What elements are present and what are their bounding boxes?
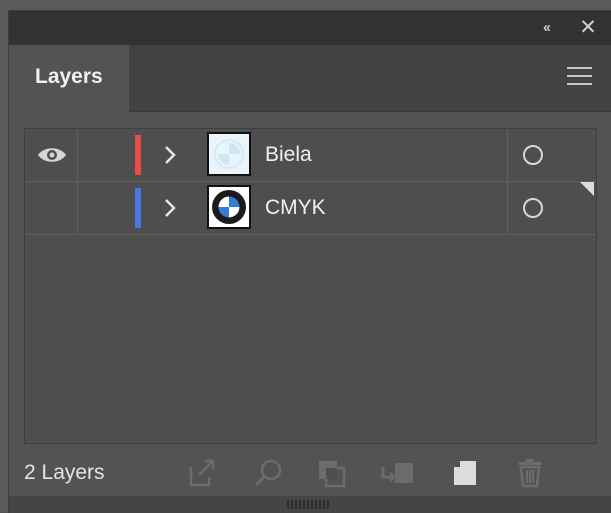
layer-row-biela[interactable]: Biela <box>25 129 596 182</box>
clipping-mask-icon <box>319 461 346 488</box>
column-divider <box>77 182 78 234</box>
panel-menu-button[interactable] <box>567 67 593 87</box>
app-frame: ‹‹ ✕ Layers Biela CMYK 2 Layers <box>0 0 611 513</box>
export-icon <box>189 459 215 487</box>
layer-row-cmyk[interactable]: CMYK <box>25 182 596 235</box>
visibility-toggle[interactable] <box>35 196 69 220</box>
layers-panel: ‹‹ ✕ Layers Biela CMYK 2 Layers <box>8 10 611 513</box>
new-layer-button[interactable] <box>450 457 482 489</box>
trash-icon <box>519 459 541 488</box>
expand-layer-button[interactable] <box>160 141 180 169</box>
panel-tabbar: Layers <box>9 45 611 112</box>
panel-resize-strip[interactable] <box>9 496 611 513</box>
expand-layer-button[interactable] <box>160 194 180 222</box>
collapse-panel-button[interactable]: ‹‹ <box>534 18 558 38</box>
layer-color-indicator <box>135 135 141 175</box>
eye-icon <box>38 148 66 162</box>
double-chevron-left-icon: ‹‹ <box>543 19 551 36</box>
panel-titlebar[interactable]: ‹‹ ✕ <box>9 11 611 45</box>
close-panel-button[interactable]: ✕ <box>576 16 600 39</box>
target-circle-icon[interactable] <box>523 198 543 218</box>
layer-color-indicator <box>135 188 141 228</box>
delete-layer-button[interactable] <box>514 457 546 489</box>
tab-layers[interactable]: Layers <box>9 45 129 112</box>
column-divider <box>507 129 508 181</box>
export-button[interactable] <box>185 457 217 489</box>
bmw-logo-white-icon <box>209 134 249 174</box>
layer-thumbnail[interactable] <box>207 185 251 229</box>
layer-list[interactable]: Biela CMYK <box>24 128 597 444</box>
resize-grip-icon[interactable] <box>287 500 331 509</box>
sublayer-icon <box>381 463 413 483</box>
lock-toggle[interactable] <box>81 129 131 181</box>
target-circle-icon[interactable] <box>523 145 543 165</box>
search-icon <box>254 459 282 487</box>
chevron-right-icon <box>165 146 176 164</box>
visibility-toggle[interactable] <box>35 143 69 167</box>
create-sublayer-button[interactable] <box>381 457 413 489</box>
layer-count: 2 Layers <box>24 461 105 484</box>
close-icon: ✕ <box>579 16 597 39</box>
new-layer-icon <box>454 461 476 485</box>
panel-footer: 2 Layers <box>9 451 611 496</box>
layer-thumbnail[interactable] <box>207 132 251 176</box>
column-divider <box>507 182 508 234</box>
selection-indicator <box>580 182 594 196</box>
chevron-right-icon <box>165 199 176 217</box>
locate-object-button[interactable] <box>252 457 284 489</box>
layer-name[interactable]: Biela <box>265 129 312 181</box>
bmw-logo-color-icon <box>209 187 249 227</box>
layer-name[interactable]: CMYK <box>265 182 326 234</box>
column-divider <box>77 129 78 181</box>
clipping-mask-button[interactable] <box>315 457 347 489</box>
lock-toggle[interactable] <box>81 182 131 234</box>
